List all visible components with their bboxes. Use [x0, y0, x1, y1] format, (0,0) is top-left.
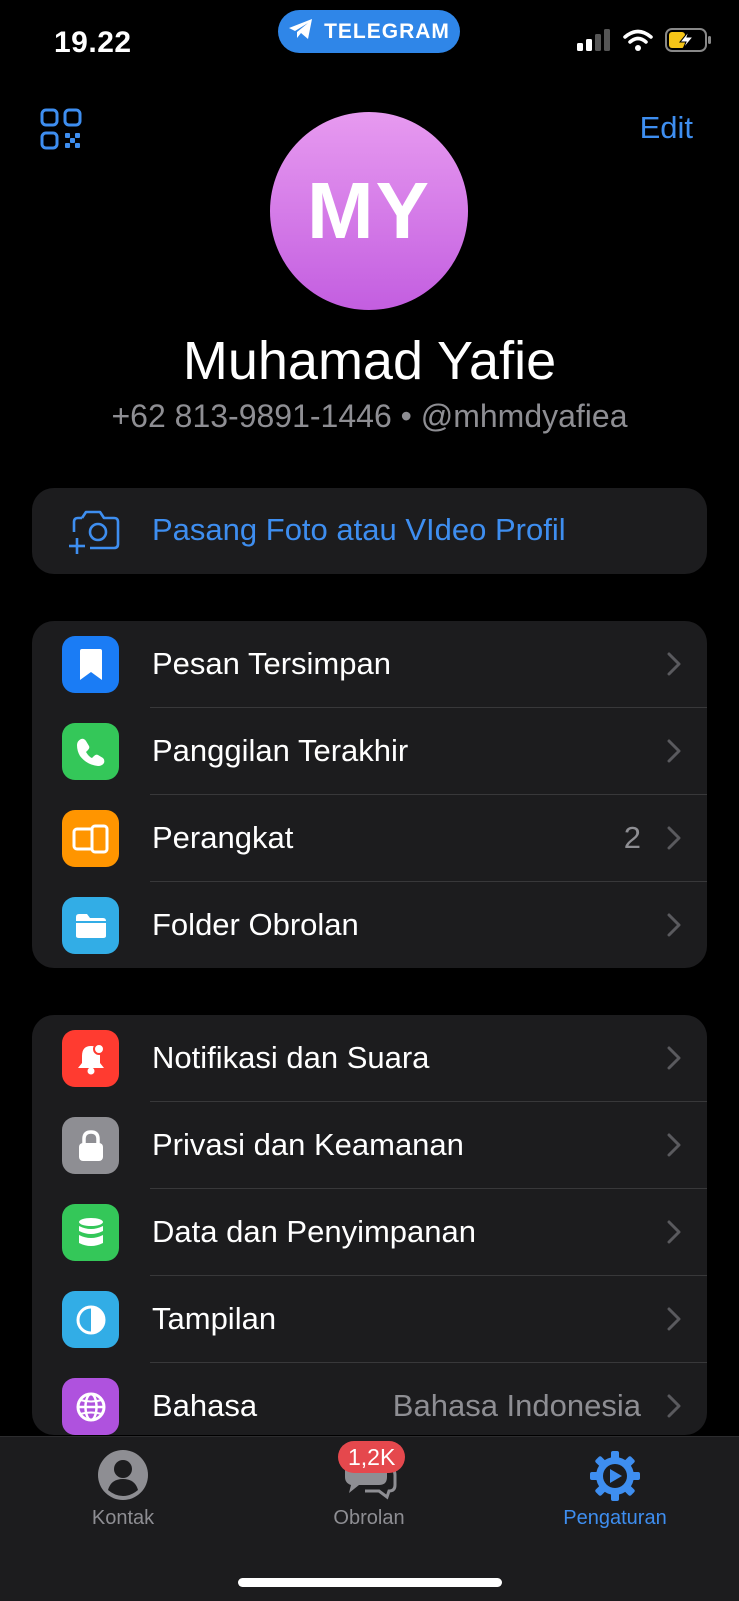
tab-settings[interactable]: Pengaturan: [492, 1437, 738, 1567]
phone-icon: [62, 723, 119, 780]
telegram-pill[interactable]: TELEGRAM: [278, 10, 460, 53]
qr-code-button[interactable]: [40, 108, 84, 152]
settings-group-2: Notifikasi dan Suara Privasi dan Keamana…: [32, 1015, 707, 1435]
row-label: Bahasa: [152, 1388, 258, 1423]
chevron-right-icon: [667, 739, 681, 768]
bookmark-icon: [62, 636, 119, 693]
profile-phone: +62 813-9891-1446: [111, 398, 392, 434]
row-label: Data dan Penyimpanan: [152, 1214, 477, 1249]
row-label: Privasi dan Keamanan: [152, 1127, 464, 1162]
row-notifications[interactable]: Notifikasi dan Suara: [32, 1015, 707, 1102]
home-indicator[interactable]: [238, 1578, 502, 1587]
bell-icon: [62, 1030, 119, 1087]
tab-label: Kontak: [91, 1507, 155, 1529]
tab-label: Pengaturan: [563, 1507, 667, 1529]
folder-icon: [62, 897, 119, 954]
set-profile-photo-button[interactable]: Pasang Foto atau VIdeo Profil: [32, 488, 707, 574]
chevron-right-icon: [667, 1046, 681, 1075]
status-indicators: [577, 28, 713, 57]
chevron-right-icon: [667, 1394, 681, 1423]
row-recent-calls[interactable]: Panggilan Terakhir: [32, 708, 707, 795]
profile-subtitle: +62 813-9891-1446 • @mhmdyafiea: [0, 398, 739, 435]
tab-contacts[interactable]: Kontak: [0, 1437, 246, 1567]
person-circle-icon: [97, 1449, 149, 1506]
chats-unread-badge: 1,2K: [338, 1441, 406, 1473]
database-icon: [62, 1204, 119, 1261]
avatar-initials: MY: [307, 166, 431, 255]
tab-label: Obrolan: [333, 1507, 405, 1529]
globe-icon: [62, 1378, 119, 1435]
row-devices[interactable]: Perangkat 2: [32, 795, 707, 882]
chevron-right-icon: [667, 826, 681, 855]
language-value: Bahasa Indonesia: [392, 1388, 641, 1423]
devices-icon: [62, 810, 119, 867]
row-saved-messages[interactable]: Pesan Tersimpan: [32, 621, 707, 708]
settings-group-1: Pesan Tersimpan Panggilan Terakhir Peran…: [32, 621, 707, 968]
row-label: Tampilan: [152, 1301, 277, 1336]
appearance-icon: [62, 1291, 119, 1348]
signal-icon: [577, 29, 611, 56]
lock-icon: [62, 1117, 119, 1174]
chevron-right-icon: [667, 1220, 681, 1249]
row-privacy[interactable]: Privasi dan Keamanan: [32, 1102, 707, 1189]
camera-add-icon: [68, 506, 120, 561]
settings-gear-icon: [588, 1449, 642, 1508]
row-language[interactable]: Bahasa Bahasa Indonesia: [32, 1363, 707, 1435]
telegram-plane-icon: [288, 18, 314, 45]
edit-button[interactable]: Edit: [640, 110, 693, 146]
row-label: Panggilan Terakhir: [152, 733, 409, 768]
chevron-right-icon: [667, 913, 681, 942]
row-appearance[interactable]: Tampilan: [32, 1276, 707, 1363]
profile-name: Muhamad Yafie: [182, 331, 557, 391]
row-data-storage[interactable]: Data dan Penyimpanan: [32, 1189, 707, 1276]
row-label: Folder Obrolan: [152, 907, 359, 942]
chevron-right-icon: [667, 1133, 681, 1162]
telegram-pill-label: TELEGRAM: [324, 19, 450, 43]
chevron-right-icon: [667, 652, 681, 681]
status-time: 19.22: [54, 26, 132, 59]
wifi-icon: [623, 29, 653, 56]
devices-count: 2: [623, 820, 641, 855]
battery-charging-icon: [665, 28, 713, 57]
row-label: Notifikasi dan Suara: [152, 1040, 430, 1075]
row-label: Perangkat: [152, 820, 294, 855]
avatar[interactable]: MY: [270, 112, 468, 310]
qr-code-icon: [40, 108, 84, 156]
row-chat-folders[interactable]: Folder Obrolan: [32, 882, 707, 968]
chevron-right-icon: [667, 1307, 681, 1336]
profile-separator: •: [400, 398, 412, 434]
set-profile-photo-label: Pasang Foto atau VIdeo Profil: [152, 512, 566, 547]
profile-username: @mhmdyafiea: [420, 398, 628, 434]
row-label: Pesan Tersimpan: [152, 646, 391, 681]
